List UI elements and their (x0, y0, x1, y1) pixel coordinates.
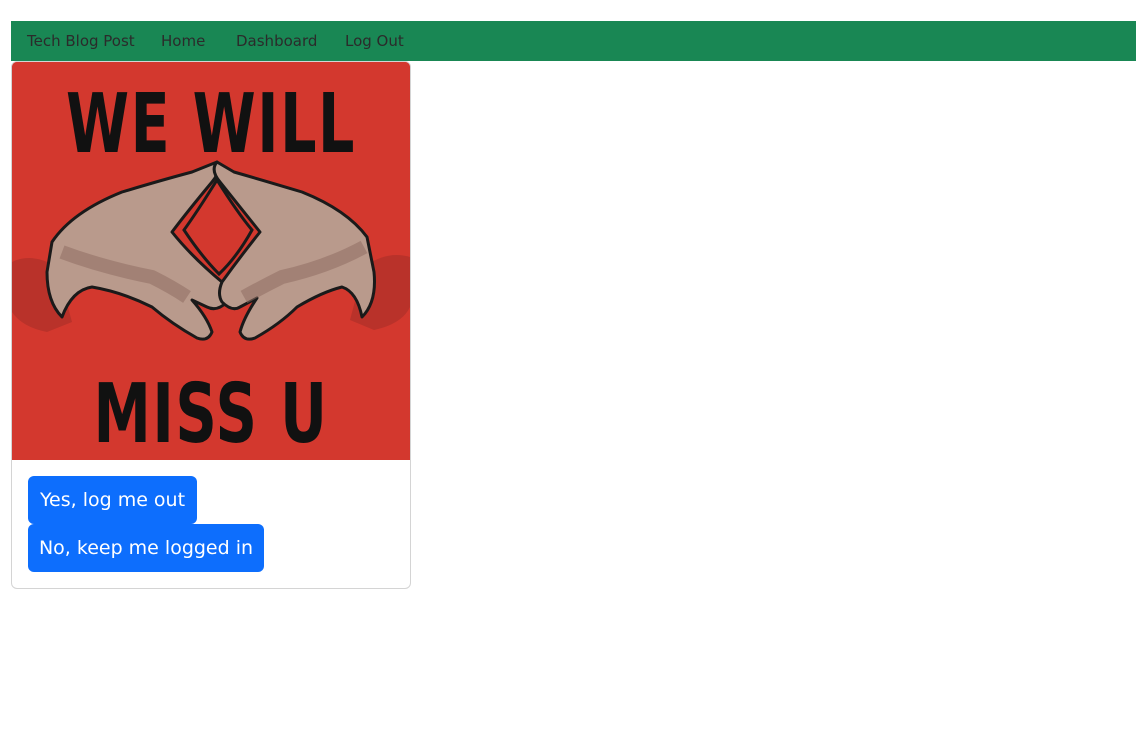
we-will-miss-you-image: WE WILL MISS U (12, 62, 410, 460)
nav-dashboard-link[interactable]: Dashboard (236, 21, 317, 61)
farewell-illustration: WE WILL MISS U (12, 62, 410, 460)
navbar-brand-link[interactable]: Tech Blog Post (27, 21, 135, 61)
top-navbar: Tech Blog Post Home Dashboard Log Out (11, 21, 1136, 61)
cancel-logout-button[interactable]: No, keep me logged in (28, 524, 264, 572)
nav-logout-link[interactable]: Log Out (345, 21, 404, 61)
logout-card: WE WILL MISS U Yes, log me out No, keep … (11, 61, 411, 589)
image-headline-top: WE WILL (66, 77, 356, 172)
nav-home-link[interactable]: Home (161, 21, 205, 61)
confirm-logout-button[interactable]: Yes, log me out (28, 476, 197, 524)
image-headline-bottom: MISS U (94, 367, 329, 460)
